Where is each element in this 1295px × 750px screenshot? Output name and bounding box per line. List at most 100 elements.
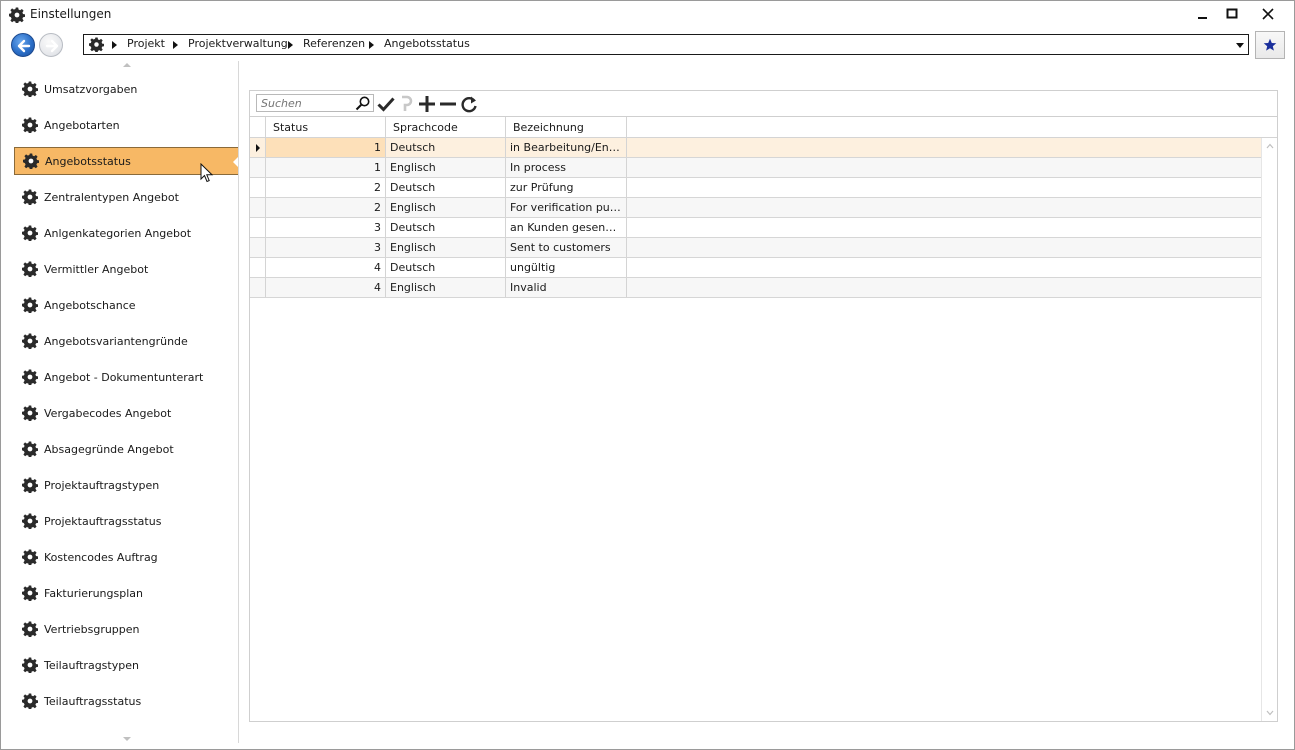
navigation-bar: Projekt Projektverwaltung Referenzen Ang…: [1, 29, 1294, 61]
cell-status[interactable]: 2: [266, 178, 386, 197]
cell-bezeichnung[interactable]: in Bearbeitung/Entwurf: [506, 138, 627, 157]
row-indicator[interactable]: [250, 238, 266, 257]
title-bar: Einstellungen: [1, 1, 1294, 29]
sidebar-item[interactable]: Angebotschance: [14, 291, 238, 319]
breadcrumb-item-angebotsstatus[interactable]: Angebotsstatus: [384, 37, 470, 50]
column-header-sprachcode[interactable]: Sprachcode: [386, 117, 506, 138]
breadcrumb-item-projekt[interactable]: Projekt: [127, 37, 165, 50]
sidebar-item[interactable]: Absagegründe Angebot: [14, 435, 238, 463]
sidebar-item[interactable]: Projektauftragstypen: [14, 471, 238, 499]
sidebar-scroll-up[interactable]: [123, 63, 131, 67]
search-input[interactable]: [257, 95, 353, 111]
row-indicator[interactable]: [250, 258, 266, 277]
row-indicator[interactable]: [250, 138, 266, 157]
window-title: Einstellungen: [30, 7, 112, 21]
breadcrumb-item-projektverwaltung[interactable]: Projektverwaltung: [188, 37, 288, 50]
column-header-status[interactable]: Status: [266, 117, 386, 138]
gear-icon: [22, 333, 38, 349]
current-row-arrow-icon: [256, 144, 260, 152]
breadcrumb-item-referenzen[interactable]: Referenzen: [303, 37, 365, 50]
cell-bezeichnung[interactable]: Sent to customers: [506, 238, 627, 257]
breadcrumb[interactable]: Projekt Projektverwaltung Referenzen Ang…: [83, 34, 1249, 55]
cell-status[interactable]: 4: [266, 278, 386, 297]
table-row[interactable]: 1 Englisch In process: [250, 158, 1261, 178]
maximize-button[interactable]: [1215, 1, 1249, 27]
cell-sprachcode[interactable]: Deutsch: [386, 138, 506, 157]
sidebar-item[interactable]: Teilauftragsstatus: [14, 687, 238, 715]
row-indicator[interactable]: [250, 198, 266, 217]
search-icon[interactable]: [355, 96, 371, 111]
table-row[interactable]: 4 Deutsch ungültig: [250, 258, 1261, 278]
chevron-down-icon[interactable]: [1266, 709, 1274, 717]
back-button[interactable]: [11, 33, 35, 57]
sidebar-item-label: Absagegründe Angebot: [44, 442, 174, 456]
cell-bezeichnung[interactable]: ungültig: [506, 258, 627, 277]
cell-sprachcode[interactable]: Englisch: [386, 238, 506, 257]
remove-button[interactable]: [438, 94, 458, 114]
sidebar-item[interactable]: Projektauftragsstatus: [14, 507, 238, 535]
cell-status[interactable]: 3: [266, 218, 386, 237]
sidebar-item[interactable]: Angebot - Dokumentunterart: [14, 363, 238, 391]
sidebar-item[interactable]: Vergabecodes Angebot: [14, 399, 238, 427]
minimize-icon: [1198, 17, 1207, 19]
settings-window: Einstellungen Projekt Projektverwaltung …: [0, 0, 1295, 750]
chevron-up-icon[interactable]: [1266, 142, 1274, 150]
cell-sprachcode[interactable]: Englisch: [386, 198, 506, 217]
cell-status[interactable]: 3: [266, 238, 386, 257]
sidebar-item[interactable]: Kostencodes Auftrag: [14, 543, 238, 571]
chevron-right-icon: [369, 41, 374, 49]
table-row[interactable]: 3 Englisch Sent to customers: [250, 238, 1261, 258]
gear-icon: [22, 441, 38, 457]
sidebar-scroll-down[interactable]: [123, 737, 131, 741]
sidebar-item[interactable]: Umsatzvorgaben: [14, 75, 238, 103]
sidebar-item[interactable]: Zentralentypen Angebot: [14, 183, 238, 211]
sidebar-item[interactable]: Angebotsvariantengründe: [14, 327, 238, 355]
undo-button[interactable]: [396, 94, 416, 114]
cell-sprachcode[interactable]: Deutsch: [386, 218, 506, 237]
dropdown-arrow-icon[interactable]: [1236, 43, 1244, 48]
sidebar-item-label: Vergabecodes Angebot: [44, 406, 172, 420]
column-header-bezeichnung[interactable]: Bezeichnung: [506, 117, 627, 138]
cell-sprachcode[interactable]: Deutsch: [386, 178, 506, 197]
cell-bezeichnung[interactable]: For verification purposes: [506, 198, 627, 217]
sidebar-item[interactable]: Vermittler Angebot: [14, 255, 238, 283]
row-indicator[interactable]: [250, 158, 266, 177]
table-row[interactable]: 4 Englisch Invalid: [250, 278, 1261, 298]
cell-sprachcode[interactable]: Deutsch: [386, 258, 506, 277]
search-box[interactable]: [256, 94, 374, 112]
close-button[interactable]: [1251, 1, 1285, 27]
sidebar-item[interactable]: Angebotarten: [14, 111, 238, 139]
grid-toolbar: [250, 91, 1277, 116]
cell-status[interactable]: 2: [266, 198, 386, 217]
table-row[interactable]: 2EnglischFor verification purposes: [250, 198, 1261, 218]
refresh-button[interactable]: [459, 94, 479, 114]
cell-status[interactable]: 1: [266, 158, 386, 177]
checkmark-icon: [377, 97, 395, 112]
grid-vertical-scrollbar[interactable]: [1261, 138, 1277, 721]
row-indicator[interactable]: [250, 278, 266, 297]
sidebar-item[interactable]: Fakturierungsplan: [14, 579, 238, 607]
chevron-right-icon: [173, 41, 178, 49]
save-button[interactable]: [376, 94, 396, 114]
cell-bezeichnung[interactable]: In process: [506, 158, 627, 177]
sidebar-item[interactable]: Teilauftragstypen: [14, 651, 238, 679]
cell-status[interactable]: 4: [266, 258, 386, 277]
cell-status[interactable]: 1: [266, 138, 386, 157]
cell-sprachcode[interactable]: Englisch: [386, 278, 506, 297]
table-row[interactable]: 1 Deutsch in Bearbeitung/Entwurf: [250, 138, 1261, 158]
forward-button[interactable]: [39, 33, 63, 57]
favorite-button[interactable]: [1255, 31, 1285, 59]
sidebar-item[interactable]: Vertriebsgruppen: [14, 615, 238, 643]
cell-bezeichnung[interactable]: zur Prüfung: [506, 178, 627, 197]
row-indicator[interactable]: [250, 178, 266, 197]
row-indicator[interactable]: [250, 218, 266, 237]
table-row[interactable]: 3 Deutsch an Kunden gesendet: [250, 218, 1261, 238]
cell-bezeichnung[interactable]: an Kunden gesendet: [506, 218, 627, 237]
cell-sprachcode[interactable]: Englisch: [386, 158, 506, 177]
gear-icon: [22, 405, 38, 421]
table-row[interactable]: 2 Deutsch zur Prüfung: [250, 178, 1261, 198]
add-button[interactable]: [417, 94, 437, 114]
sidebar-item[interactable]: Anlgenkategorien Angebot: [14, 219, 238, 247]
minus-icon: [440, 102, 456, 106]
cell-bezeichnung[interactable]: Invalid: [506, 278, 627, 297]
